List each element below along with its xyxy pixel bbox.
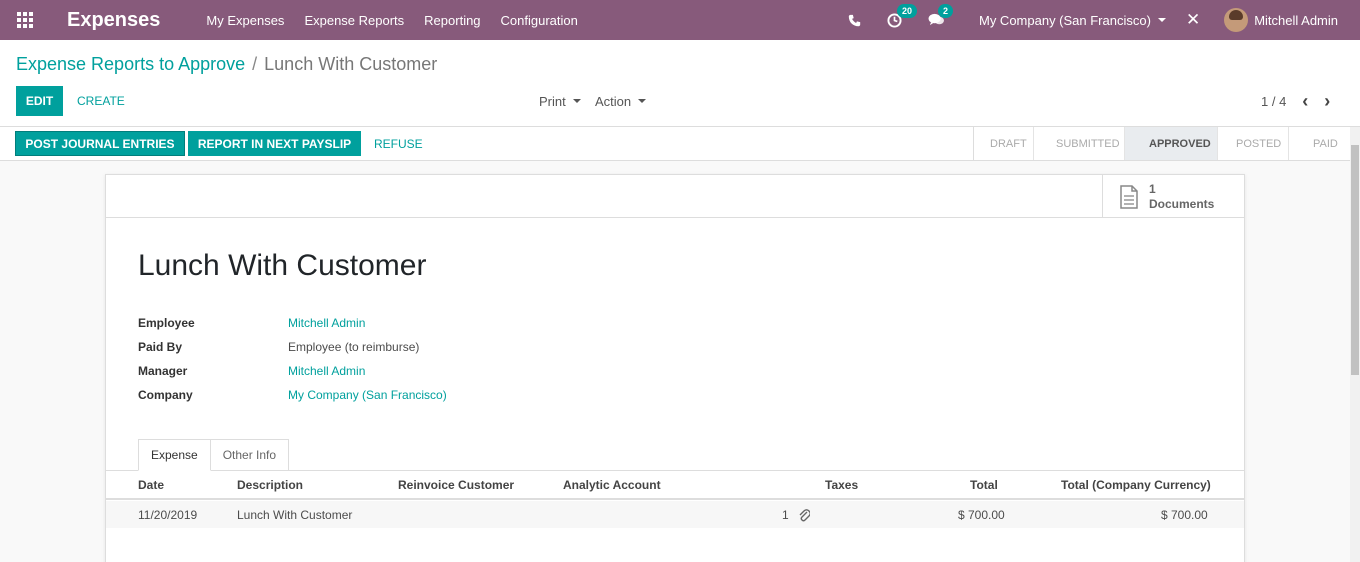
tab-other-info[interactable]: Other Info: [209, 439, 290, 471]
chevron-down-icon: [572, 99, 581, 103]
pager-value[interactable]: 1 / 4: [1261, 94, 1286, 109]
document-icon: [1120, 184, 1138, 209]
cell-total-company: $ 700.00: [1161, 508, 1208, 522]
documents-label: Documents: [1149, 196, 1215, 211]
cell-attachment-count: 1: [782, 508, 789, 522]
breadcrumb-current: Lunch With Customer: [264, 54, 438, 74]
report-in-next-payslip-button[interactable]: REPORT IN NEXT PAYSLIP: [188, 131, 361, 156]
documents-count: 1: [1149, 181, 1156, 196]
activities-badge: 20: [896, 3, 917, 18]
menu-configuration[interactable]: Configuration: [501, 13, 578, 28]
print-label: Print: [539, 93, 566, 109]
chevron-left-icon[interactable]: ‹: [1302, 92, 1308, 110]
breadcrumb-parent[interactable]: Expense Reports to Approve: [16, 54, 245, 75]
field-label: Employee: [138, 316, 195, 330]
table-header: Date Description Reinvoice Customer Anal…: [106, 471, 1244, 500]
control-panel: Expense Reports to Approve / Lunch With …: [0, 40, 1360, 127]
edit-button[interactable]: EDIT: [16, 86, 63, 116]
app-brand[interactable]: Expenses: [67, 9, 160, 32]
pager: 1 / 4 ‹ ›: [1261, 86, 1330, 116]
stage-posted: POSTED: [1218, 127, 1289, 160]
stage-approved: APPROVED: [1125, 127, 1218, 160]
refuse-button[interactable]: REFUSE: [374, 131, 423, 156]
cell-date: 11/20/2019: [138, 508, 198, 522]
stage-draft: DRAFT: [974, 127, 1034, 160]
breadcrumb: Expense Reports to Approve / Lunch With …: [16, 54, 437, 75]
company-link[interactable]: My Company (San Francisco): [288, 388, 447, 402]
chevron-down-icon: [1157, 18, 1166, 22]
field-label: Company: [138, 388, 193, 402]
employee-link[interactable]: Mitchell Admin: [288, 316, 365, 330]
menu-reporting[interactable]: Reporting: [424, 13, 480, 28]
breadcrumb-separator: /: [252, 54, 258, 74]
field-manager: Manager Mitchell Admin: [138, 361, 365, 381]
col-description[interactable]: Description: [237, 478, 303, 492]
cell-total: $ 700.00: [958, 508, 1005, 522]
cell-description: Lunch With Customer: [237, 508, 353, 522]
field-company: Company My Company (San Francisco): [138, 385, 447, 405]
print-dropdown[interactable]: Print: [539, 86, 581, 116]
paid-by-value: Employee (to reimburse): [288, 340, 420, 354]
menu-my-expenses[interactable]: My Expenses: [206, 13, 284, 28]
col-reinvoice-customer[interactable]: Reinvoice Customer: [398, 478, 514, 492]
table-row[interactable]: 11/20/2019 Lunch With Customer 1 $ 700.0…: [106, 501, 1244, 528]
manager-link[interactable]: Mitchell Admin: [288, 364, 365, 378]
tab-expense[interactable]: Expense: [138, 439, 211, 471]
user-menu[interactable]: Mitchell Admin: [1254, 13, 1338, 28]
avatar[interactable]: [1224, 8, 1249, 32]
stage-paid: PAID: [1313, 137, 1338, 150]
post-journal-entries-button[interactable]: POST JOURNAL ENTRIES: [15, 131, 185, 156]
phone-icon[interactable]: [848, 14, 861, 27]
statusbar: POST JOURNAL ENTRIES REPORT IN NEXT PAYS…: [0, 127, 1350, 161]
action-dropdown[interactable]: Action: [595, 86, 647, 116]
create-button[interactable]: CREATE: [77, 86, 125, 116]
col-total[interactable]: Total: [970, 478, 998, 492]
notebook-tabs: Expense Other Info: [138, 439, 290, 471]
button-box: 1 Documents: [106, 175, 1244, 218]
top-navbar: Expenses My Expenses Expense Reports Rep…: [0, 0, 1360, 40]
col-taxes[interactable]: Taxes: [825, 478, 858, 492]
record-title: Lunch With Customer: [138, 249, 427, 282]
field-paid-by: Paid By Employee (to reimburse): [138, 337, 419, 357]
col-total-company-currency[interactable]: Total (Company Currency): [1061, 478, 1211, 492]
activities-clock-icon[interactable]: 20: [887, 3, 917, 28]
chevron-right-icon[interactable]: ›: [1324, 92, 1330, 110]
menu-expense-reports[interactable]: Expense Reports: [304, 13, 404, 28]
col-analytic-account[interactable]: Analytic Account: [563, 478, 661, 492]
scrollbar-thumb[interactable]: [1351, 145, 1359, 375]
field-employee: Employee Mitchell Admin: [138, 313, 365, 333]
paperclip-icon[interactable]: [798, 508, 810, 522]
col-date[interactable]: Date: [138, 478, 164, 492]
field-label: Paid By: [138, 340, 183, 354]
messages-badge: 2: [937, 4, 953, 18]
form-sheet: 1 Documents Lunch With Customer Employee…: [105, 174, 1245, 562]
field-label: Manager: [138, 364, 188, 378]
chevron-down-icon: [638, 99, 647, 103]
apps-menu-icon[interactable]: [0, 0, 50, 40]
messages-chat-icon[interactable]: 2: [928, 4, 953, 27]
documents-button[interactable]: 1 Documents: [1102, 175, 1244, 218]
company-switcher[interactable]: My Company (San Francisco): [979, 13, 1166, 28]
stage-pipeline: DRAFT SUBMITTED APPROVED POSTED PAID: [973, 127, 1351, 160]
stage-submitted: SUBMITTED: [1034, 127, 1125, 160]
company-name: My Company (San Francisco): [978, 12, 1151, 28]
action-label: Action: [595, 93, 632, 109]
debug-tools-icon[interactable]: ✕: [1186, 10, 1200, 30]
